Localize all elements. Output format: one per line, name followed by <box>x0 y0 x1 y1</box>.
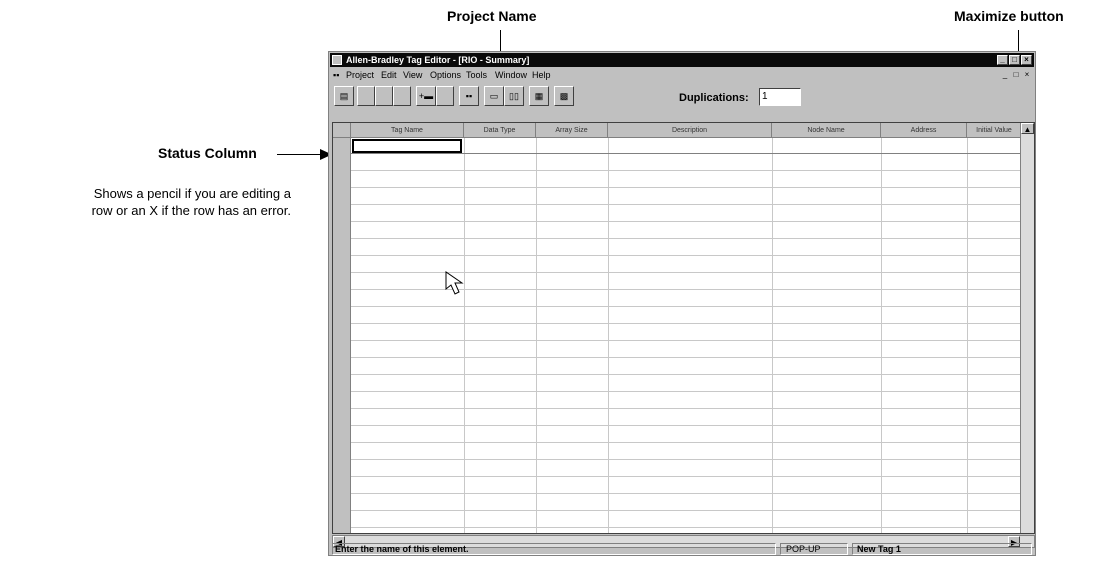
cut-button[interactable] <box>357 86 375 106</box>
status-description: Shows a pencil if you are editing a row … <box>0 185 291 219</box>
insert-row-button[interactable]: +▬ <box>416 86 436 106</box>
callout-project-name: Project Name <box>447 8 537 24</box>
view-button-2[interactable]: ▯▯ <box>504 86 524 106</box>
status-description-line-1: Shows a pencil if you are editing a <box>93 186 291 201</box>
menu-window[interactable]: Window <box>495 68 527 82</box>
status-column[interactable] <box>333 138 351 533</box>
status-bar: Enter the name of this element. POP-UP N… <box>330 542 1034 556</box>
column-header-address[interactable]: Address <box>881 123 967 138</box>
duplications-input[interactable]: 1 <box>759 88 801 106</box>
view-button-1[interactable]: ▭ <box>484 86 504 106</box>
status-message: Enter the name of this element. <box>335 544 469 554</box>
menu-bar: ▪▪ Project Edit View Options Tools Windo… <box>330 68 1034 82</box>
system-menu-icon[interactable] <box>332 55 342 65</box>
delete-row-button[interactable] <box>436 86 454 106</box>
column-header-node-name[interactable]: Node Name <box>772 123 881 138</box>
maximize-button[interactable]: □ <box>1009 55 1020 65</box>
tag-grid[interactable]: Tag Name Data Type Array Size Descriptio… <box>332 122 1035 534</box>
status-tag: New Tag 1 <box>857 544 901 554</box>
grid-corner[interactable] <box>333 123 351 138</box>
print-button[interactable]: ▤ <box>334 86 354 106</box>
callout-status-column: Status Column <box>158 145 257 161</box>
close-button[interactable]: × <box>1021 55 1032 65</box>
status-description-line-2: row or an X if the row has an error. <box>91 203 291 218</box>
mdi-minimize-button[interactable]: _ <box>1000 70 1010 79</box>
menu-options[interactable]: Options <box>430 68 461 82</box>
toolbar: ▤ +▬ ▪▪ ▭ ▯▯ ▦ ▩ Duplications: 1 <box>330 83 1034 113</box>
document-icon[interactable]: ▪▪ <box>333 68 339 82</box>
tag-editor-window: Allen-Bradley Tag Editor - [RIO - Summar… <box>328 51 1036 556</box>
menu-edit[interactable]: Edit <box>381 68 397 82</box>
selected-cell[interactable] <box>352 139 462 153</box>
minimize-button[interactable]: _ <box>997 55 1008 65</box>
status-mode: POP-UP <box>786 544 821 554</box>
mdi-close-button[interactable]: × <box>1022 70 1032 79</box>
column-header-initial-value[interactable]: Initial Value <box>967 123 1022 138</box>
view-button-3[interactable]: ▦ <box>529 86 549 106</box>
menu-view[interactable]: View <box>403 68 422 82</box>
find-button[interactable]: ▪▪ <box>459 86 479 106</box>
mouse-pointer-icon <box>445 271 464 295</box>
paste-button[interactable] <box>393 86 411 106</box>
menu-help[interactable]: Help <box>532 68 551 82</box>
menu-project[interactable]: Project <box>346 68 374 82</box>
menu-tools[interactable]: Tools <box>466 68 487 82</box>
column-header-data-type[interactable]: Data Type <box>464 123 536 138</box>
view-button-4[interactable]: ▩ <box>554 86 574 106</box>
callout-maximize-button: Maximize button <box>954 8 1064 24</box>
duplications-label: Duplications: <box>679 92 749 104</box>
copy-button[interactable] <box>375 86 393 106</box>
scroll-up-arrow-icon[interactable]: ▲ <box>1021 123 1034 134</box>
title-bar: Allen-Bradley Tag Editor - [RIO - Summar… <box>330 53 1034 67</box>
column-header-array-size[interactable]: Array Size <box>536 123 608 138</box>
mdi-restore-button[interactable]: □ <box>1011 70 1021 79</box>
vertical-scrollbar[interactable]: ▲ <box>1020 123 1034 533</box>
column-header-description[interactable]: Description <box>608 123 772 138</box>
callout-status-column-line <box>277 154 323 155</box>
window-title: Allen-Bradley Tag Editor - [RIO - Summar… <box>346 55 530 65</box>
column-header-tag-name[interactable]: Tag Name <box>351 123 464 138</box>
